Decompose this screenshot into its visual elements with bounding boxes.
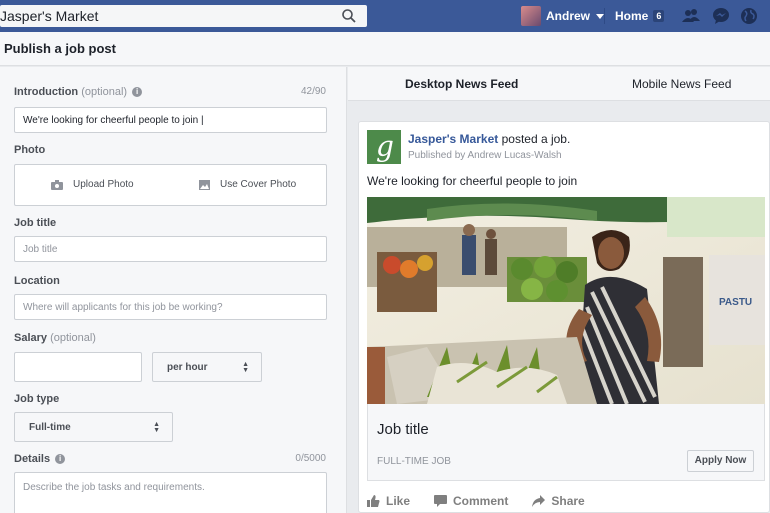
job-post-photo[interactable]: PASTU: [367, 197, 765, 404]
thumbs-up-icon: [367, 495, 380, 507]
intro-counter: 42/90: [300, 86, 326, 97]
globe-icon[interactable]: [740, 7, 758, 25]
comment-icon: [434, 495, 448, 507]
intro-input[interactable]: We're looking for cheerful people to joi…: [14, 107, 327, 133]
published-by: Published by Andrew Lucas-Walsh: [408, 150, 562, 161]
post-actions: Like Comment Share: [367, 494, 609, 508]
photo-picker: Upload Photo Use Cover Photo: [14, 164, 327, 206]
photo-label: Photo: [14, 144, 46, 156]
details-counter: 0/5000: [295, 453, 326, 464]
user-name: Andrew: [546, 9, 591, 23]
friends-icon[interactable]: [682, 7, 700, 25]
location-input[interactable]: Where will applicants for this job be wo…: [14, 294, 327, 320]
location-label: Location: [14, 275, 60, 287]
page-title: Publish a job post: [4, 41, 116, 56]
intro-label: Introduction (optional) i: [14, 86, 143, 98]
home-label: Home: [615, 9, 649, 23]
use-cover-photo-button[interactable]: Use Cover Photo: [199, 179, 296, 190]
salary-input[interactable]: [14, 352, 142, 382]
job-title-input[interactable]: Job title: [14, 236, 327, 262]
job-title-label: Job title: [14, 217, 57, 229]
tab-desktop-news-feed[interactable]: Desktop News Feed: [405, 77, 518, 91]
job-attachment[interactable]: Job title FULL-TIME JOB Apply Now: [367, 404, 765, 481]
page-name-link[interactable]: Jasper's Market: [408, 132, 498, 146]
top-bar: Jasper's Market Andrew Home 6: [0, 0, 770, 32]
salary-period-select[interactable]: per hour ▲ ▼: [152, 352, 262, 382]
avatar: [521, 6, 541, 26]
info-icon[interactable]: i: [132, 87, 143, 97]
post-text: We're looking for cheerful people to joi…: [367, 174, 578, 188]
page-logo[interactable]: g: [367, 130, 401, 164]
chevron-down-icon: [596, 13, 605, 19]
post-header: Jasper's Market posted a job.: [408, 132, 570, 146]
job-type-label: Job type: [14, 393, 60, 405]
share-icon: [532, 495, 546, 507]
search-icon[interactable]: [341, 8, 357, 24]
job-title-preview: Job title: [377, 421, 429, 438]
home-link[interactable]: Home 6: [615, 9, 665, 23]
salary-label: Salary (optional): [14, 332, 96, 344]
details-label: Details i: [14, 453, 66, 465]
apply-now-button[interactable]: Apply Now: [687, 450, 754, 472]
select-arrows-icon: ▲ ▼: [153, 421, 160, 434]
messages-icon[interactable]: [712, 7, 730, 25]
select-arrows-icon: ▲ ▼: [242, 361, 249, 374]
comment-button[interactable]: Comment: [434, 494, 508, 508]
share-button[interactable]: Share: [532, 494, 585, 508]
preview-pane: Desktop News Feed Mobile News Feed g Jas…: [348, 67, 770, 513]
post-preview-card: g Jasper's Market posted a job. Publishe…: [358, 121, 770, 513]
divider: [604, 8, 605, 24]
job-type-preview: FULL-TIME JOB: [377, 456, 451, 467]
market-photo: PASTU: [367, 197, 765, 404]
image-icon: [199, 179, 210, 190]
tab-mobile-news-feed[interactable]: Mobile News Feed: [632, 77, 731, 91]
post-action-text: posted a job.: [501, 132, 571, 146]
modal-header: Publish a job post: [0, 32, 770, 66]
search-bar[interactable]: Jasper's Market: [0, 5, 367, 27]
info-icon[interactable]: i: [55, 454, 66, 464]
upload-photo-button[interactable]: Upload Photo: [51, 179, 134, 190]
preview-tabs: Desktop News Feed Mobile News Feed: [348, 67, 770, 101]
job-post-form: Introduction (optional) i 42/90 We're loo…: [0, 67, 347, 513]
like-button[interactable]: Like: [367, 494, 410, 508]
user-menu[interactable]: Andrew: [521, 6, 605, 26]
search-input[interactable]: Jasper's Market: [0, 8, 98, 24]
camera-icon: [51, 179, 63, 190]
details-textarea[interactable]: Describe the job tasks and requirements.: [14, 472, 327, 513]
svg-text:PASTU: PASTU: [719, 297, 752, 308]
job-type-select[interactable]: Full-time ▲ ▼: [14, 412, 173, 442]
home-count-badge: 6: [653, 10, 665, 22]
